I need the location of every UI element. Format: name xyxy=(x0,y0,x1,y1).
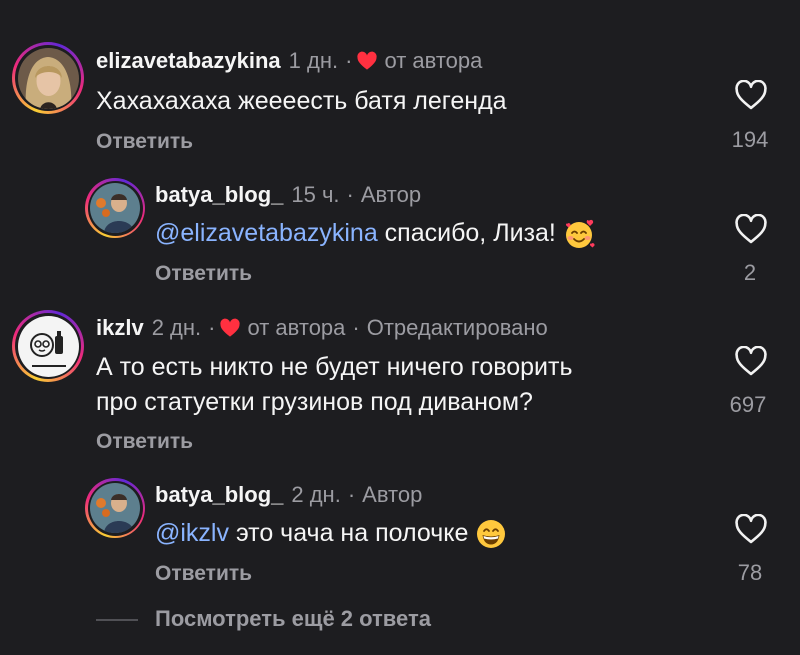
avatar[interactable] xyxy=(85,478,145,538)
timestamp: 2 дн. xyxy=(151,315,202,340)
avatar[interactable] xyxy=(12,42,84,114)
separator-dot: · xyxy=(208,315,216,340)
comment-body-line: А то есть никто не будет ничего говорить xyxy=(96,353,573,381)
comment-meta: ikzlv 2 дн. · от автора · Отредактирован… xyxy=(96,315,548,341)
like-count[interactable]: 78 xyxy=(720,560,780,586)
like-count[interactable]: 194 xyxy=(720,127,780,153)
avatar-photo-icon xyxy=(90,183,140,233)
username[interactable]: batya_blog_ xyxy=(155,182,283,208)
comment-body-line: про статуетки грузинов под диваном? xyxy=(96,388,533,416)
like-count[interactable]: 697 xyxy=(718,392,778,418)
username[interactable]: batya_blog_ xyxy=(155,482,283,508)
separator-dot: · xyxy=(352,315,360,340)
mention-link[interactable]: @ikzlv xyxy=(155,519,229,547)
avatar[interactable] xyxy=(85,178,145,238)
view-more-divider xyxy=(96,619,138,621)
comment-meta: elizavetabazykina 1 дн. · от автора xyxy=(96,48,482,74)
comment-text: @elizavetabazykina спасибо, Лиза! xyxy=(155,216,595,251)
grinning-face-icon xyxy=(477,520,506,549)
comment-text: А то есть никто не будет ничего говорить… xyxy=(96,350,572,420)
like-heart-icon[interactable] xyxy=(734,214,768,244)
edited-label: Отредактировано xyxy=(366,315,548,340)
avatar-sketch-icon xyxy=(17,315,79,377)
author-badge: Автор xyxy=(360,182,422,207)
avatar[interactable] xyxy=(12,310,84,382)
like-heart-icon[interactable] xyxy=(734,346,768,376)
mention-link[interactable]: @elizavetabazykina xyxy=(155,219,378,247)
liked-by-author-label: от автора xyxy=(384,48,483,73)
avatar-photo-icon xyxy=(17,47,79,109)
reply-button[interactable]: Ответить xyxy=(155,562,252,586)
like-heart-icon[interactable] xyxy=(734,514,768,544)
like-heart-icon[interactable] xyxy=(734,80,768,110)
liked-by-author-label: от автора xyxy=(247,315,346,340)
separator-dot: · xyxy=(345,48,353,73)
comment-text: @ikzlv это чача на полочке xyxy=(155,516,507,551)
comment-meta: batya_blog_ 15 ч. · Автор xyxy=(155,182,421,208)
timestamp: 2 дн. xyxy=(291,482,341,507)
comment-body: спасибо, Лиза! xyxy=(384,219,556,247)
username[interactable]: ikzlv xyxy=(96,315,144,341)
separator-dot: · xyxy=(347,482,356,507)
like-count[interactable]: 2 xyxy=(720,260,780,286)
liked-by-author-heart-icon xyxy=(219,318,241,338)
liked-by-author-heart-icon xyxy=(356,51,378,71)
comment-body: Хахахахаха жеееесть батя легенда xyxy=(96,87,507,115)
reply-button[interactable]: Ответить xyxy=(96,130,193,154)
timestamp: 1 дн. xyxy=(288,48,339,73)
reply-button[interactable]: Ответить xyxy=(96,430,193,454)
reply-button[interactable]: Ответить xyxy=(155,262,252,286)
view-more-replies-button[interactable]: Посмотреть ещё 2 ответа xyxy=(155,606,431,632)
separator-dot: · xyxy=(346,182,354,207)
timestamp: 15 ч. xyxy=(291,182,340,207)
smiling-face-with-hearts-icon xyxy=(565,220,595,249)
username[interactable]: elizavetabazykina xyxy=(96,48,281,74)
comment-meta: batya_blog_ 2 дн. · Автор xyxy=(155,482,422,508)
author-badge: Автор xyxy=(362,482,423,507)
comment-text: Хахахахаха жеееесть батя легенда xyxy=(96,84,507,119)
comment-body: это чача на полочке xyxy=(235,519,469,547)
avatar-photo-icon xyxy=(90,483,140,533)
